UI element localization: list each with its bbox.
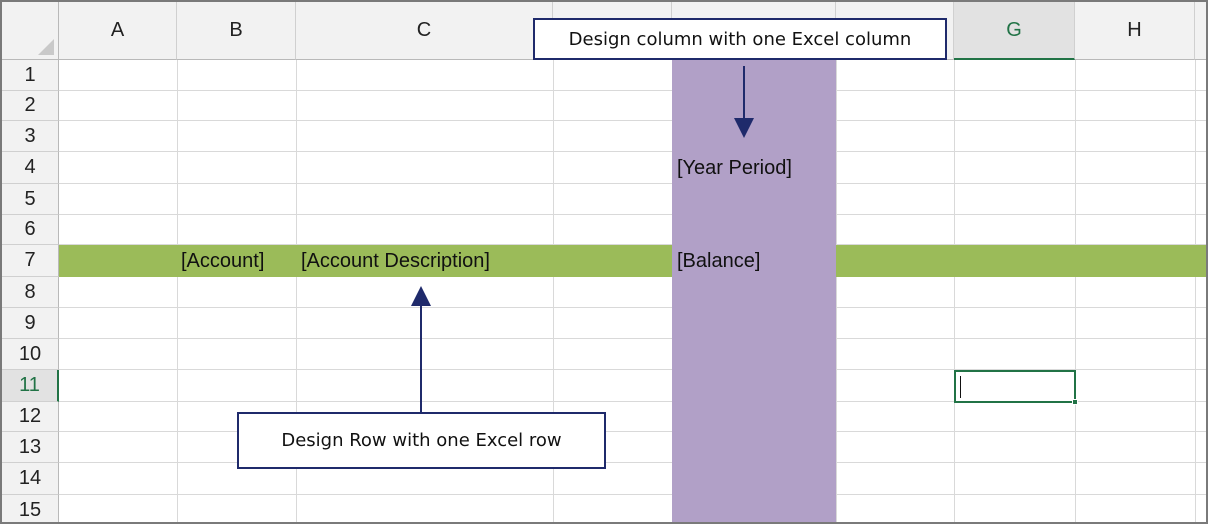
column-header-h[interactable]: H bbox=[1075, 2, 1195, 60]
select-all-corner[interactable] bbox=[2, 2, 59, 60]
cell-account-description[interactable]: [Account Description] bbox=[301, 245, 490, 277]
gridline-h bbox=[59, 90, 1206, 91]
gridline-h bbox=[59, 462, 1206, 463]
gridline-h bbox=[59, 431, 1206, 432]
row-header-11[interactable]: 11 bbox=[2, 370, 59, 402]
select-all-triangle-icon bbox=[38, 39, 54, 55]
gridline-h bbox=[59, 183, 1206, 184]
row-header-6[interactable]: 6 bbox=[2, 215, 59, 245]
callout-design-column: Design column with one Excel column bbox=[533, 18, 947, 60]
row-header-9[interactable]: 9 bbox=[2, 308, 59, 339]
gridline-h bbox=[59, 151, 1206, 152]
row-header-14[interactable]: 14 bbox=[2, 463, 59, 495]
row-header-10[interactable]: 10 bbox=[2, 339, 59, 370]
text-cursor bbox=[960, 376, 961, 398]
column-header-b[interactable]: B bbox=[177, 2, 296, 60]
gridline-v bbox=[177, 60, 178, 522]
row-header-4[interactable]: 4 bbox=[2, 152, 59, 184]
column-header-a[interactable]: A bbox=[59, 2, 177, 60]
column-header-g[interactable]: G bbox=[954, 2, 1075, 60]
row-header-2[interactable]: 2 bbox=[2, 91, 59, 121]
gridline-v bbox=[836, 60, 837, 522]
column-header-c[interactable]: C bbox=[296, 2, 553, 60]
row-header-5[interactable]: 5 bbox=[2, 184, 59, 215]
row-header-13[interactable]: 13 bbox=[2, 432, 59, 463]
gridline-v bbox=[954, 60, 955, 522]
gridline-v bbox=[1075, 60, 1076, 522]
gridline-h bbox=[59, 120, 1206, 121]
gridline-v bbox=[1195, 60, 1196, 522]
fill-handle[interactable] bbox=[1072, 399, 1078, 405]
row-header-12[interactable]: 12 bbox=[2, 402, 59, 432]
row-header-15[interactable]: 15 bbox=[2, 495, 59, 522]
row-header-1[interactable]: 1 bbox=[2, 60, 59, 91]
gridline-h bbox=[59, 494, 1206, 495]
cell-year-period[interactable]: [Year Period] bbox=[677, 152, 792, 184]
row-header-7[interactable]: 7 bbox=[2, 245, 59, 277]
row-header-3[interactable]: 3 bbox=[2, 121, 59, 152]
gridline-h bbox=[59, 214, 1206, 215]
design-column-highlight bbox=[672, 60, 836, 522]
gridline-h bbox=[59, 307, 1206, 308]
gridline-h bbox=[59, 338, 1206, 339]
active-cell-g11[interactable] bbox=[954, 370, 1078, 405]
cell-account[interactable]: [Account] bbox=[181, 245, 264, 277]
cell-balance[interactable]: [Balance] bbox=[677, 245, 760, 277]
row-header-8[interactable]: 8 bbox=[2, 277, 59, 308]
column-header-i[interactable] bbox=[1195, 2, 1206, 60]
spreadsheet-frame: A B C G H 1 2 3 4 5 6 7 8 9 10 11 12 13 … bbox=[0, 0, 1208, 524]
callout-design-row: Design Row with one Excel row bbox=[237, 412, 606, 469]
